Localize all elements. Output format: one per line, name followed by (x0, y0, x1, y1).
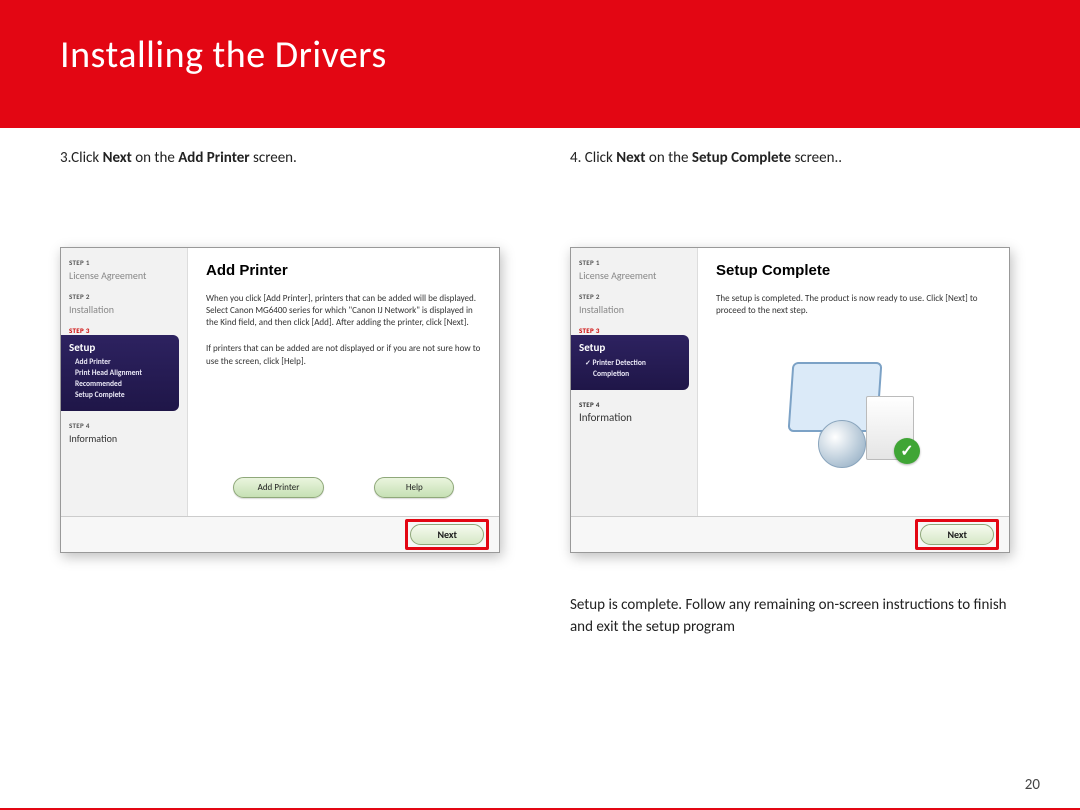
left-column: 3.Click Next on the Add Printer screen. … (60, 148, 510, 778)
next-button[interactable]: Next (920, 524, 994, 545)
setup-block: Setup Add Printer Print Head Alignment R… (61, 335, 179, 411)
panel-para2: If printers that can be added are not di… (206, 343, 481, 367)
setup-complete-graphic: ✓ (778, 358, 928, 468)
step1-name: License Agreement (571, 267, 697, 288)
setup-complete-dialog: STEP 1 License Agreement STEP 2 Installa… (570, 247, 1010, 553)
step3-label: STEP 3 (61, 322, 187, 335)
main-panel: Add Printer When you click [Add Printer]… (187, 248, 499, 516)
step2-name: Installation (61, 301, 187, 322)
main-panel: Setup Complete The setup is completed. T… (697, 248, 1009, 516)
content-area: 3.Click Next on the Add Printer screen. … (0, 128, 1080, 808)
wizard-sidebar: STEP 1 License Agreement STEP 2 Installa… (571, 248, 697, 516)
page-title: Installing the Drivers (60, 32, 1020, 78)
checkmark-badge-icon: ✓ (894, 438, 920, 464)
step4-name: Information (571, 409, 697, 430)
add-printer-dialog: STEP 1 License Agreement STEP 2 Installa… (60, 247, 500, 553)
panel-para1: The setup is completed. The product is n… (716, 293, 991, 317)
step2-name: Installation (571, 301, 697, 322)
title-bar: Installing the Drivers (0, 0, 1080, 128)
dialog-footer: Next (61, 516, 499, 552)
next-button[interactable]: Next (410, 524, 484, 545)
wizard-sidebar: STEP 1 License Agreement STEP 2 Installa… (61, 248, 187, 516)
dialog-footer: Next (571, 516, 1009, 552)
add-printer-button[interactable]: Add Printer (233, 477, 325, 498)
panel-heading: Add Printer (206, 262, 481, 279)
instruction-4: 4. Click Next on the Setup Complete scre… (570, 148, 1020, 169)
step4-label: STEP 4 (61, 417, 187, 430)
step1-name: License Agreement (61, 267, 187, 288)
step2-label: STEP 2 (61, 288, 187, 301)
next-highlight: Next (405, 519, 489, 550)
panel-heading: Setup Complete (716, 262, 991, 279)
page-number: 20 (1025, 776, 1040, 794)
right-column: 4. Click Next on the Setup Complete scre… (570, 148, 1020, 778)
step4-name: Information (61, 430, 187, 451)
footnote: Setup is complete. Follow any remaining … (570, 595, 1020, 639)
setup-block: Setup Printer Detection Completion (571, 335, 689, 390)
step3-label: STEP 3 (571, 322, 697, 335)
step2-label: STEP 2 (571, 288, 697, 301)
step4-label: STEP 4 (571, 396, 697, 409)
instruction-3: 3.Click Next on the Add Printer screen. (60, 148, 510, 169)
panel-para1: When you click [Add Printer], printers t… (206, 293, 481, 329)
disc-icon (818, 420, 866, 468)
help-button[interactable]: Help (374, 477, 454, 498)
next-highlight: Next (915, 519, 999, 550)
step1-label: STEP 1 (61, 254, 187, 267)
step1-label: STEP 1 (571, 254, 697, 267)
